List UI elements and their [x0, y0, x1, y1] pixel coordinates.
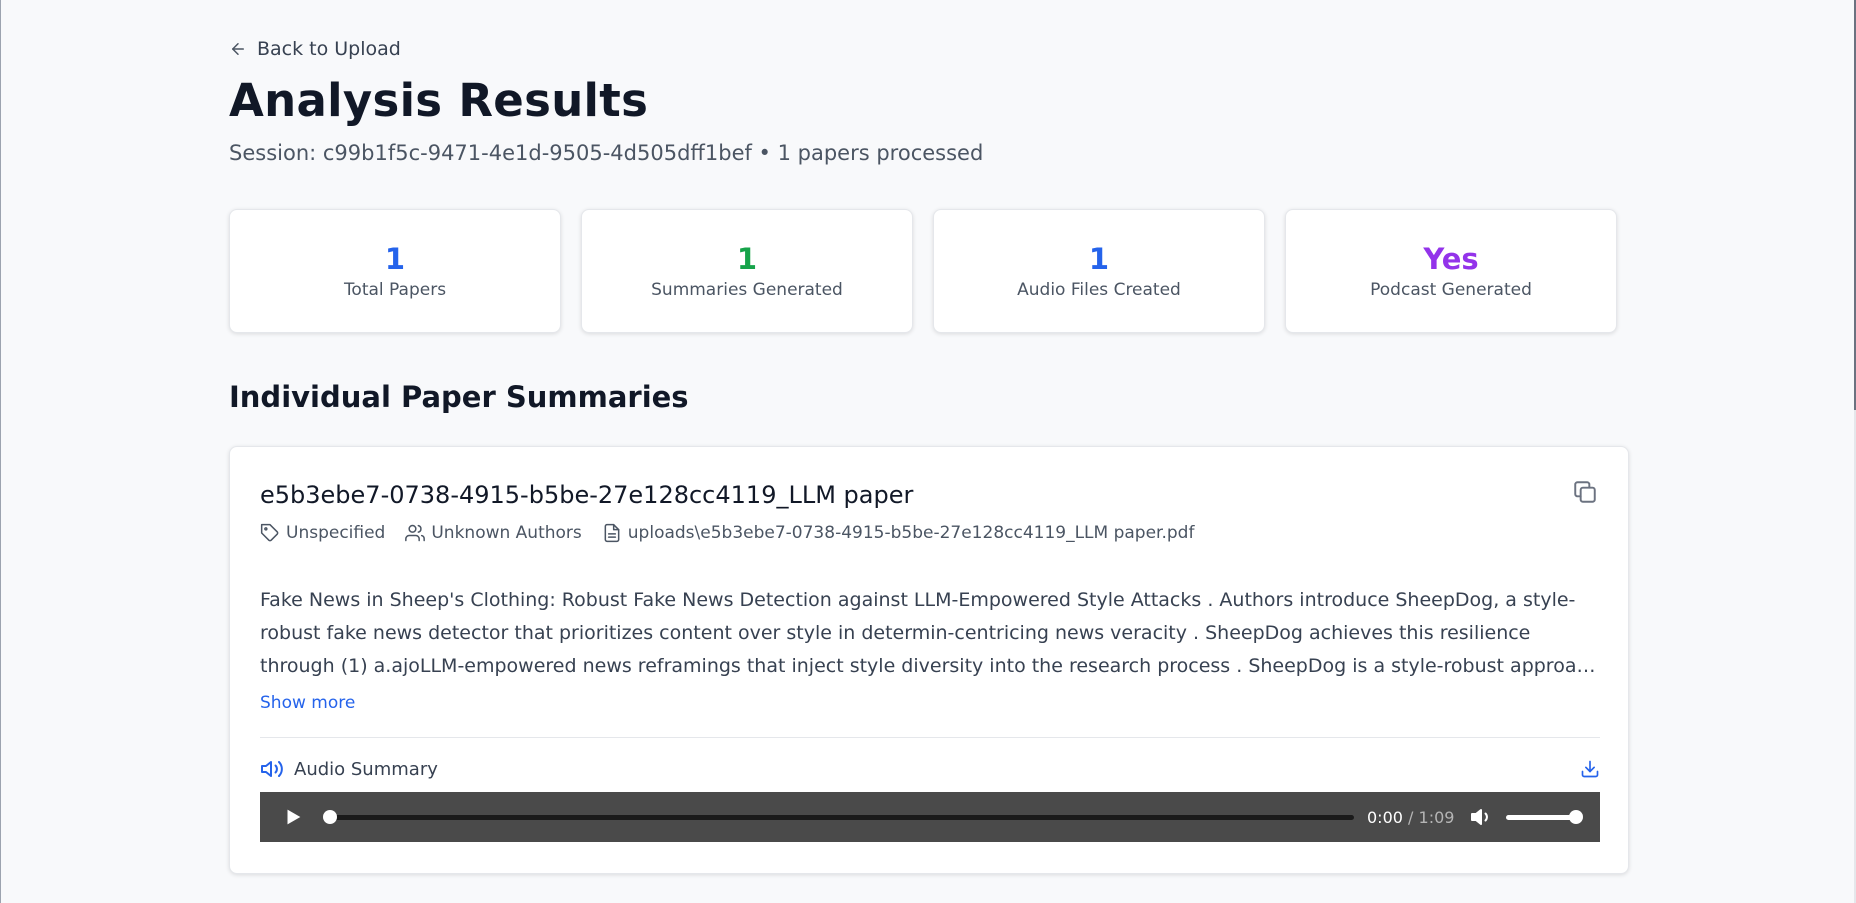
volume-knob[interactable] [1569, 810, 1584, 824]
page-title: Analysis Results [229, 74, 649, 127]
section-title: Individual Paper Summaries [229, 380, 689, 414]
audio-time: 0:00 / 1:09 [1367, 808, 1454, 827]
stat-value-summaries: 1 [736, 242, 758, 276]
audio-header: Audio Summary [260, 757, 1600, 781]
stat-value-total-papers: 1 [384, 242, 406, 276]
paper-title: e5b3ebe7-0738-4915-b5be-27e128cc4119_LLM… [260, 481, 914, 509]
back-link-label[interactable]: Back to Upload [257, 38, 401, 60]
audio-player[interactable]: 0:00 / 1:09 [260, 792, 1600, 842]
audio-progress-track [324, 815, 1354, 820]
download-icon[interactable] [1580, 759, 1600, 779]
paper-card: e5b3ebe7-0738-4915-b5be-27e128cc4119_LLM… [229, 446, 1629, 874]
tag-icon [260, 523, 279, 542]
speaker-icon[interactable] [1470, 805, 1494, 829]
meta-authors-label: Unknown Authors [431, 523, 582, 543]
meta-category-label: Unspecified [286, 523, 386, 543]
stat-value-audio-files: 1 [1088, 242, 1110, 276]
stat-card-total-papers: 1 Total Papers [229, 209, 561, 333]
stat-value-podcast: Yes [1423, 242, 1479, 276]
divider [260, 737, 1600, 738]
volume-slider[interactable] [1506, 809, 1584, 825]
arrow-left-icon [232, 43, 244, 55]
copy-icon[interactable] [1572, 479, 1598, 505]
show-more-button[interactable]: Show more [260, 693, 355, 713]
audio-current-time: 0:00 [1367, 807, 1403, 827]
meta-file: uploads\e5b3ebe7-0738-4915-b5be-27e128cc… [602, 523, 1195, 543]
stat-label-summaries: Summaries Generated [651, 280, 843, 300]
window-left-border [0, 0, 1, 903]
volume-track [1506, 815, 1577, 820]
back-to-upload-link[interactable]: Back to Upload [229, 38, 401, 60]
volume-icon [261, 761, 283, 777]
audio-progress-knob[interactable] [323, 810, 337, 824]
audio-summary-label: Audio Summary [294, 758, 438, 780]
stat-label-total-papers: Total Papers [343, 280, 447, 300]
stats-row: 1 Total Papers 1 Summaries Generated 1 A… [229, 209, 1617, 333]
stat-label-audio-files: Audio Files Created [1017, 280, 1181, 300]
audio-progress-bar[interactable] [323, 809, 1354, 825]
meta-authors: Unknown Authors [405, 523, 582, 543]
audio-time-separator: / [1408, 807, 1414, 827]
stat-card-summaries: 1 Summaries Generated [581, 209, 913, 333]
stat-card-audio-files: 1 Audio Files Created [933, 209, 1265, 333]
file-icon [604, 523, 620, 543]
users-icon [405, 524, 426, 542]
session-info: Session: c99b1f5c-9471-4e1d-9505-4d505df… [229, 141, 984, 165]
play-icon[interactable] [282, 806, 304, 828]
audio-duration: 1:09 [1418, 807, 1455, 827]
audio-label: Audio Summary [260, 757, 438, 781]
paper-meta: Unspecified Unknown Authors uploads\e5b3… [260, 523, 1194, 543]
meta-category: Unspecified [260, 523, 385, 543]
stat-card-podcast: Yes Podcast Generated [1285, 209, 1617, 333]
stat-label-podcast: Podcast Generated [1370, 280, 1532, 300]
paper-summary: Fake News in Sheep's Clothing: Robust Fa… [260, 589, 1599, 677]
meta-file-path: uploads\e5b3ebe7-0738-4915-b5be-27e128cc… [627, 523, 1195, 543]
